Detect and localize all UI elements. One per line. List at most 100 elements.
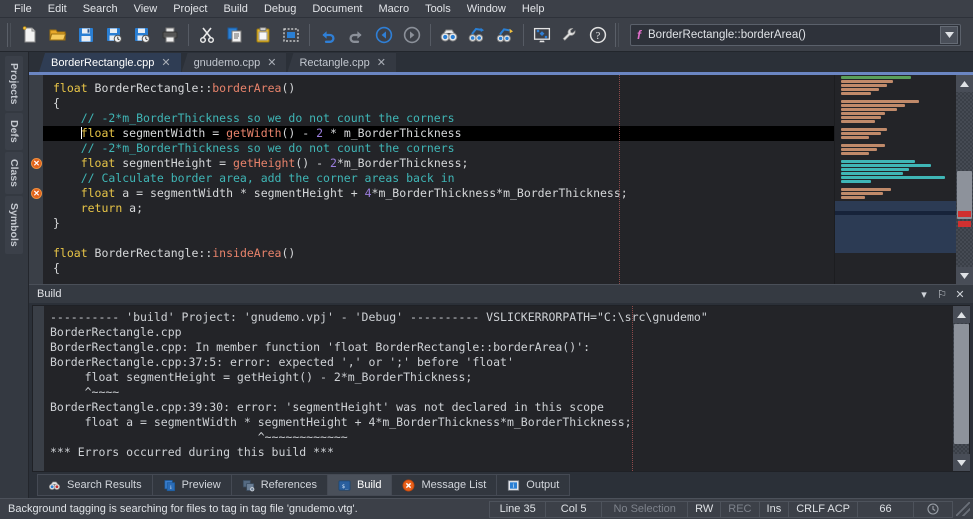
pin-icon[interactable]: ⚐ bbox=[933, 286, 951, 303]
menu-item-window[interactable]: Window bbox=[459, 1, 514, 17]
error-scroll-marker[interactable] bbox=[958, 211, 971, 217]
close-icon[interactable]: ✕ bbox=[267, 56, 276, 69]
build-output-line[interactable]: BorderRectangle.cpp: In member function … bbox=[50, 340, 953, 355]
save-as-icon[interactable] bbox=[100, 21, 128, 49]
forward-icon[interactable] bbox=[398, 21, 426, 49]
scroll-up-button[interactable] bbox=[956, 75, 973, 92]
toolbar-grip-2[interactable] bbox=[615, 23, 621, 47]
code-line[interactable]: { bbox=[43, 261, 834, 276]
menu-item-search[interactable]: Search bbox=[75, 1, 126, 17]
code-minimap[interactable] bbox=[834, 75, 956, 284]
preview-window-icon[interactable] bbox=[528, 21, 556, 49]
menu-item-edit[interactable]: Edit bbox=[40, 1, 75, 17]
tool-tab-build[interactable]: $_Build bbox=[327, 474, 391, 496]
code-line[interactable]: float BorderRectangle::borderArea() bbox=[43, 81, 834, 96]
code-line[interactable]: return a; bbox=[43, 201, 834, 216]
select-block-icon[interactable] bbox=[277, 21, 305, 49]
scroll-down-button[interactable] bbox=[953, 454, 970, 471]
build-output-line[interactable]: ^~~~~ bbox=[50, 385, 953, 400]
new-file-icon[interactable] bbox=[16, 21, 44, 49]
status-column-count[interactable]: 66 bbox=[857, 501, 913, 518]
status-col[interactable]: Col 5 bbox=[545, 501, 601, 518]
menu-item-tools[interactable]: Tools bbox=[417, 1, 459, 17]
sidebar-item-projects[interactable]: Projects bbox=[5, 56, 23, 111]
close-icon[interactable]: ✕ bbox=[161, 56, 170, 69]
editor-vertical-scrollbar[interactable] bbox=[956, 75, 973, 284]
code-line[interactable]: // Calculate border area, add the corner… bbox=[43, 171, 834, 186]
editor-tab-rectangle-cpp[interactable]: Rectangle.cpp✕ bbox=[287, 53, 397, 72]
code-line[interactable]: float a = segmentWidth * segmentHeight +… bbox=[43, 186, 834, 201]
menu-item-file[interactable]: File bbox=[6, 1, 40, 17]
tool-tab-search-results[interactable]: Search Results bbox=[37, 474, 152, 496]
menu-item-debug[interactable]: Debug bbox=[256, 1, 304, 17]
scroll-up-button[interactable] bbox=[953, 306, 970, 323]
close-icon[interactable]: ✕ bbox=[377, 56, 386, 69]
open-folder-icon[interactable] bbox=[44, 21, 72, 49]
editor-tab-borderrectangle-cpp[interactable]: BorderRectangle.cpp✕ bbox=[39, 53, 182, 72]
find-replace-icon[interactable] bbox=[491, 21, 519, 49]
sidebar-item-symbols[interactable]: Symbols bbox=[5, 196, 23, 254]
code-line[interactable]: float BorderRectangle::insideArea() bbox=[43, 246, 834, 261]
code-line[interactable]: // -2*m_BorderThickness so we do not cou… bbox=[43, 141, 834, 156]
save-icon[interactable] bbox=[72, 21, 100, 49]
status-selection[interactable]: No Selection bbox=[601, 501, 687, 518]
sidebar-item-class[interactable]: Class bbox=[5, 152, 23, 194]
paste-icon[interactable] bbox=[249, 21, 277, 49]
build-output-line[interactable]: BorderRectangle.cpp:39:30: error: 'segme… bbox=[50, 400, 953, 415]
menu-item-view[interactable]: View bbox=[126, 1, 166, 17]
menu-item-macro[interactable]: Macro bbox=[371, 1, 418, 17]
minimap-viewport[interactable] bbox=[835, 201, 956, 253]
error-gutter-marker[interactable]: ✕ bbox=[31, 188, 42, 199]
resize-grip[interactable] bbox=[956, 502, 970, 516]
build-output-line[interactable]: *** Errors occurred during this build **… bbox=[50, 445, 953, 460]
status-insert-mode[interactable]: Ins bbox=[759, 501, 789, 518]
copy-icon[interactable] bbox=[221, 21, 249, 49]
build-output-text[interactable]: ---------- 'build' Project: 'gnudemo.vpj… bbox=[44, 305, 953, 472]
code-line[interactable]: float segmentHeight = getHeight() - 2*m_… bbox=[43, 156, 834, 171]
tool-tab-preview[interactable]: iPreview bbox=[152, 474, 231, 496]
code-line[interactable]: float segmentWidth = getWidth() - 2 * m_… bbox=[43, 126, 834, 141]
menu-item-project[interactable]: Project bbox=[165, 1, 215, 17]
code-editor[interactable]: float BorderRectangle::borderArea(){ // … bbox=[43, 75, 834, 284]
status-readwrite[interactable]: RW bbox=[687, 501, 720, 518]
status-clock[interactable] bbox=[913, 501, 953, 518]
cut-icon[interactable] bbox=[193, 21, 221, 49]
redo-icon[interactable] bbox=[342, 21, 370, 49]
function-selector[interactable]: f BorderRectangle::borderArea() bbox=[630, 24, 961, 46]
tools-wrench-icon[interactable] bbox=[556, 21, 584, 49]
close-icon[interactable]: ✕ bbox=[951, 286, 969, 303]
build-output-line[interactable]: float segmentHeight = getHeight() - 2*m_… bbox=[50, 370, 953, 385]
save-all-icon[interactable] bbox=[128, 21, 156, 49]
undo-icon[interactable] bbox=[314, 21, 342, 49]
menu-item-document[interactable]: Document bbox=[304, 1, 370, 17]
build-vertical-scrollbar[interactable] bbox=[953, 305, 970, 472]
code-line[interactable]: // -2*m_BorderThickness so we do not cou… bbox=[43, 111, 834, 126]
error-scroll-marker[interactable] bbox=[958, 221, 971, 227]
tool-tab-message-list[interactable]: Message List bbox=[391, 474, 496, 496]
tool-tab-references[interactable]: References bbox=[231, 474, 327, 496]
scroll-down-button[interactable] bbox=[956, 267, 973, 284]
sidebar-item-defs[interactable]: Defs bbox=[5, 113, 23, 150]
code-line[interactable]: { bbox=[43, 96, 834, 111]
panel-menu-icon[interactable]: ▾ bbox=[915, 286, 933, 303]
build-output-line[interactable]: float a = segmentWidth * segmentHeight +… bbox=[50, 415, 953, 430]
scrollbar-thumb[interactable] bbox=[954, 324, 969, 444]
print-icon[interactable] bbox=[156, 21, 184, 49]
build-output-line[interactable]: ^~~~~~~~~~~~~ bbox=[50, 430, 953, 445]
chevron-down-icon[interactable] bbox=[940, 26, 958, 44]
status-record[interactable]: REC bbox=[720, 501, 758, 518]
help-icon[interactable]: ? bbox=[584, 21, 612, 49]
error-gutter-marker[interactable]: ✕ bbox=[31, 158, 42, 169]
menu-item-build[interactable]: Build bbox=[215, 1, 255, 17]
build-output-line[interactable]: BorderRectangle.cpp bbox=[50, 325, 953, 340]
menu-item-help[interactable]: Help bbox=[514, 1, 553, 17]
toolbar-grip[interactable] bbox=[7, 23, 13, 47]
code-line[interactable] bbox=[43, 231, 834, 246]
tool-tab-output[interactable]: iOutput bbox=[496, 474, 570, 496]
find-icon[interactable] bbox=[435, 21, 463, 49]
status-line-ending[interactable]: CRLF ACP bbox=[788, 501, 857, 518]
editor-gutter[interactable]: ✕✕ bbox=[29, 75, 43, 284]
code-line[interactable]: } bbox=[43, 216, 834, 231]
status-line[interactable]: Line 35 bbox=[489, 501, 545, 518]
back-icon[interactable] bbox=[370, 21, 398, 49]
